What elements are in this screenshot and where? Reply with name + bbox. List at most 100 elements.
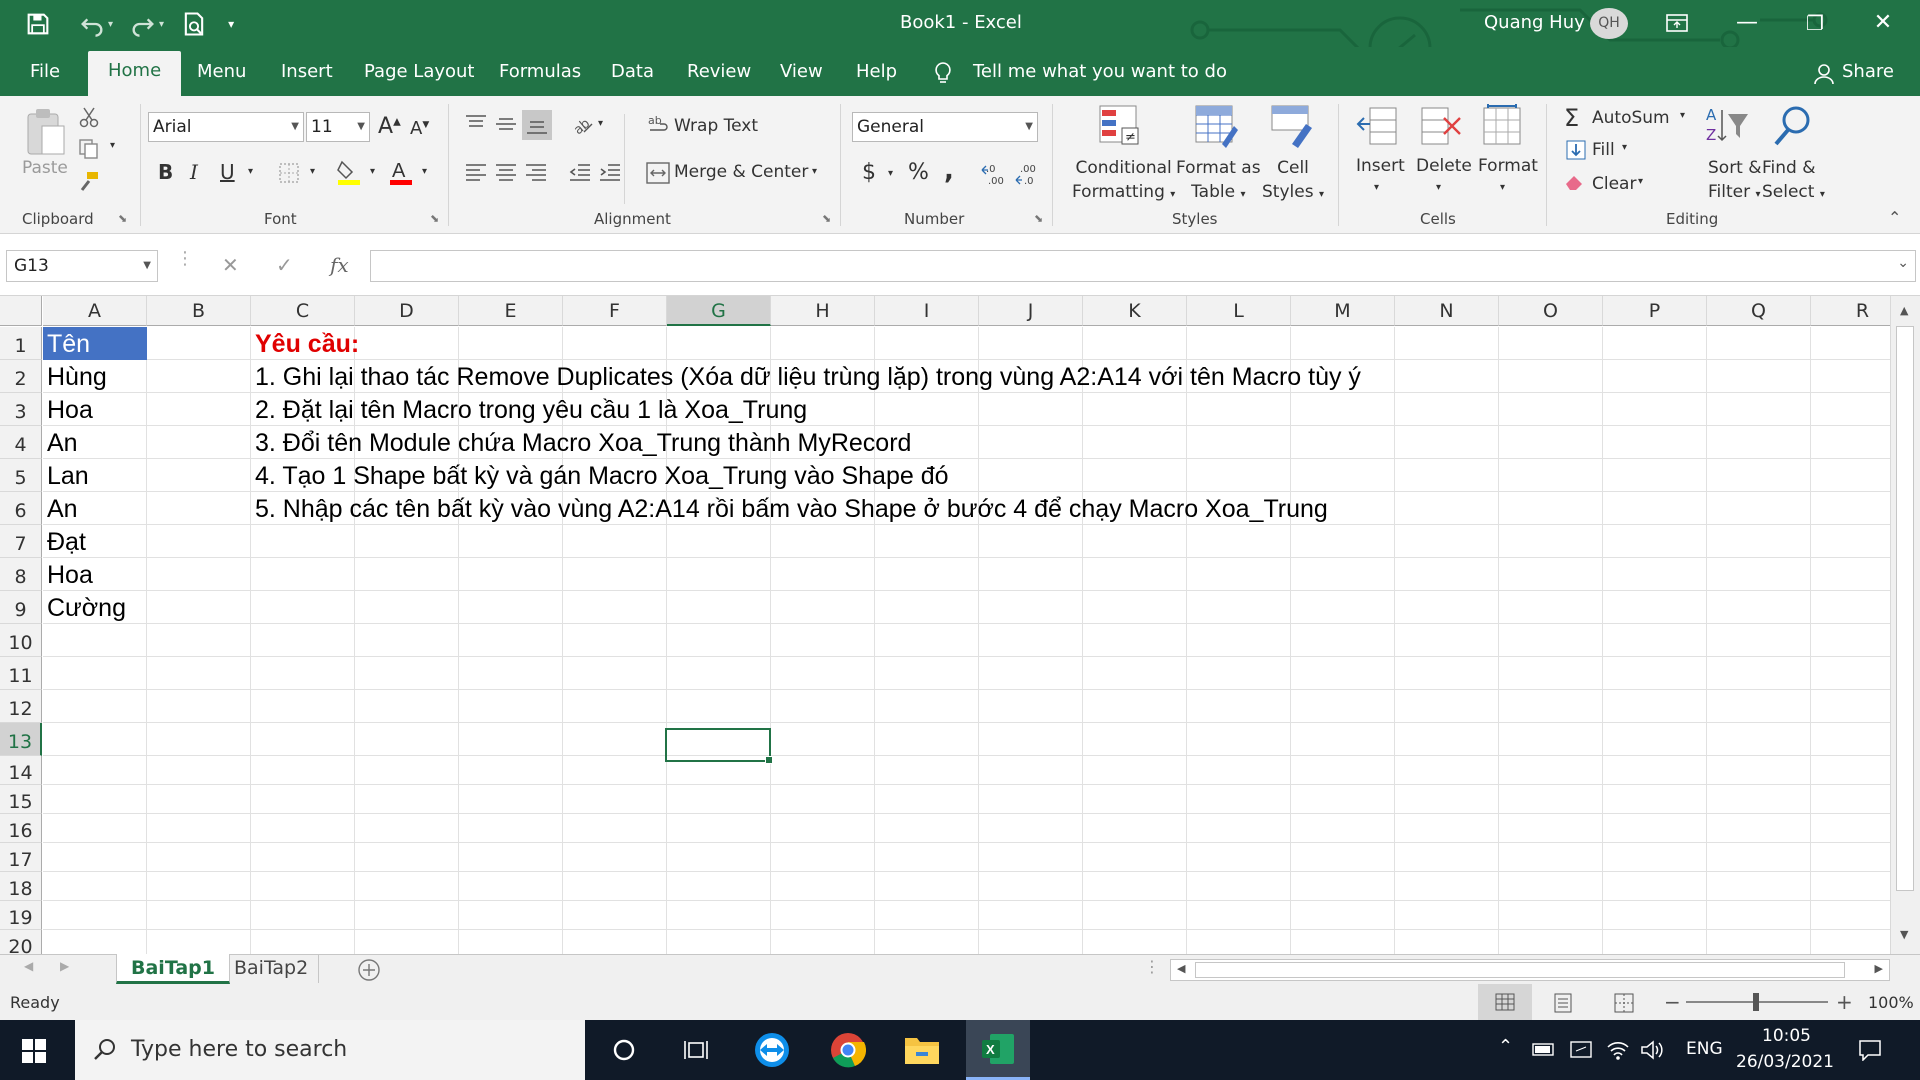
cell-q19[interactable] bbox=[1707, 901, 1811, 930]
cell-k9[interactable] bbox=[1083, 591, 1187, 624]
font-size-select[interactable]: 11 ▼ bbox=[306, 112, 370, 142]
cell-q7[interactable] bbox=[1707, 525, 1811, 558]
cell-j19[interactable] bbox=[979, 901, 1083, 930]
cell-r3[interactable] bbox=[1811, 393, 1890, 426]
active-cell-g13[interactable] bbox=[665, 728, 773, 764]
share-button[interactable]: Share bbox=[1842, 57, 1894, 87]
cell-a12[interactable] bbox=[43, 690, 147, 723]
increase-indent-icon[interactable] bbox=[598, 160, 622, 184]
minimize-button[interactable]: — bbox=[1724, 8, 1770, 38]
cell-n6[interactable] bbox=[1395, 492, 1499, 525]
tab-home[interactable]: Home bbox=[88, 51, 182, 96]
cell-r7[interactable] bbox=[1811, 525, 1890, 558]
ribbon-display-options-icon[interactable] bbox=[1654, 8, 1700, 38]
cell-g19[interactable] bbox=[667, 901, 771, 930]
cell-q15[interactable] bbox=[1707, 785, 1811, 814]
clipboard-launcher-icon[interactable]: ⬊ bbox=[118, 212, 127, 225]
cell-m18[interactable] bbox=[1291, 872, 1395, 901]
wrap-text-button[interactable]: Wrap Text bbox=[674, 116, 758, 136]
row-header-4[interactable]: 4 bbox=[0, 426, 42, 459]
align-bottom-icon[interactable] bbox=[522, 110, 552, 140]
conditional-formatting-button[interactable]: Conditional Formatting ▾ bbox=[1072, 156, 1175, 207]
cell-o15[interactable] bbox=[1499, 785, 1603, 814]
cell-b20[interactable] bbox=[147, 930, 251, 954]
cell-r16[interactable] bbox=[1811, 814, 1890, 843]
column-header-l[interactable]: L bbox=[1187, 296, 1291, 326]
cell-q8[interactable] bbox=[1707, 558, 1811, 591]
notification-icon[interactable] bbox=[1858, 1039, 1882, 1061]
cell-h15[interactable] bbox=[771, 785, 875, 814]
cell-j12[interactable] bbox=[979, 690, 1083, 723]
cell-n15[interactable] bbox=[1395, 785, 1499, 814]
cell-m8[interactable] bbox=[1291, 558, 1395, 591]
cell-q13[interactable] bbox=[1707, 723, 1811, 756]
cell-n7[interactable] bbox=[1395, 525, 1499, 558]
cell-c8[interactable] bbox=[251, 558, 355, 591]
scroll-right-icon[interactable]: ▶ bbox=[1875, 962, 1883, 975]
cell-d18[interactable] bbox=[355, 872, 459, 901]
tab-splitter-icon[interactable]: ⋮ bbox=[1144, 957, 1160, 976]
cell-b7[interactable] bbox=[147, 525, 251, 558]
row-header-11[interactable]: 11 bbox=[0, 657, 42, 690]
cell-g10[interactable] bbox=[667, 624, 771, 657]
cell-n1[interactable] bbox=[1395, 327, 1499, 360]
cell-o18[interactable] bbox=[1499, 872, 1603, 901]
cell-j11[interactable] bbox=[979, 657, 1083, 690]
cell-e20[interactable] bbox=[459, 930, 563, 954]
cell-k18[interactable] bbox=[1083, 872, 1187, 901]
row-header-7[interactable]: 7 bbox=[0, 525, 42, 558]
cell-o8[interactable] bbox=[1499, 558, 1603, 591]
cell-i12[interactable] bbox=[875, 690, 979, 723]
cell-f12[interactable] bbox=[563, 690, 667, 723]
cell-p5[interactable] bbox=[1603, 459, 1707, 492]
normal-view-button[interactable] bbox=[1478, 984, 1532, 1020]
cell-r10[interactable] bbox=[1811, 624, 1890, 657]
cell-q9[interactable] bbox=[1707, 591, 1811, 624]
input-language[interactable]: ENG bbox=[1686, 1039, 1723, 1059]
cell-p10[interactable] bbox=[1603, 624, 1707, 657]
align-right-icon[interactable] bbox=[524, 160, 548, 184]
tab-data[interactable]: Data bbox=[611, 57, 654, 87]
cell-l4[interactable] bbox=[1187, 426, 1291, 459]
clear-dropdown-icon[interactable]: ▾ bbox=[1638, 176, 1643, 187]
sheet-tab-baitap1[interactable]: BaiTap1 bbox=[116, 954, 230, 984]
cell-j7[interactable] bbox=[979, 525, 1083, 558]
percent-button[interactable]: % bbox=[908, 160, 929, 185]
autosum-icon[interactable]: Σ bbox=[1564, 104, 1579, 132]
avatar[interactable]: QH bbox=[1590, 8, 1628, 39]
cell-h7[interactable] bbox=[771, 525, 875, 558]
cell-i3[interactable] bbox=[875, 393, 979, 426]
select-all-corner[interactable] bbox=[0, 296, 42, 326]
cell-p18[interactable] bbox=[1603, 872, 1707, 901]
row-header-8[interactable]: 8 bbox=[0, 558, 42, 591]
font-color-icon[interactable]: A bbox=[388, 158, 414, 186]
cell-g17[interactable] bbox=[667, 843, 771, 872]
shrink-font-button[interactable]: A▼ bbox=[410, 118, 429, 139]
cell-r11[interactable] bbox=[1811, 657, 1890, 690]
cell-m15[interactable] bbox=[1291, 785, 1395, 814]
row-header-14[interactable]: 14 bbox=[0, 756, 42, 785]
copy-dropdown-icon[interactable]: ▾ bbox=[110, 140, 115, 151]
column-header-f[interactable]: F bbox=[563, 296, 667, 326]
cell-q20[interactable] bbox=[1707, 930, 1811, 954]
cell-b3[interactable] bbox=[147, 393, 251, 426]
excel-taskbar-icon[interactable]: X bbox=[966, 1020, 1030, 1080]
cell-p7[interactable] bbox=[1603, 525, 1707, 558]
user-name[interactable]: Quang Huy bbox=[1484, 12, 1585, 33]
column-header-n[interactable]: N bbox=[1395, 296, 1499, 326]
row-header-16[interactable]: 16 bbox=[0, 814, 42, 843]
cell-l16[interactable] bbox=[1187, 814, 1291, 843]
insert-cells-icon[interactable] bbox=[1356, 104, 1400, 148]
cell-n20[interactable] bbox=[1395, 930, 1499, 954]
row-header-19[interactable]: 19 bbox=[0, 901, 42, 930]
scroll-up-icon[interactable]: ▲ bbox=[1900, 304, 1908, 317]
cell-l9[interactable] bbox=[1187, 591, 1291, 624]
cell-o11[interactable] bbox=[1499, 657, 1603, 690]
cell-p9[interactable] bbox=[1603, 591, 1707, 624]
font-color-dropdown-icon[interactable]: ▾ bbox=[422, 166, 427, 177]
row-header-9[interactable]: 9 bbox=[0, 591, 42, 624]
cell-h11[interactable] bbox=[771, 657, 875, 690]
cell-o12[interactable] bbox=[1499, 690, 1603, 723]
cell-i20[interactable] bbox=[875, 930, 979, 954]
cell-f1[interactable] bbox=[563, 327, 667, 360]
